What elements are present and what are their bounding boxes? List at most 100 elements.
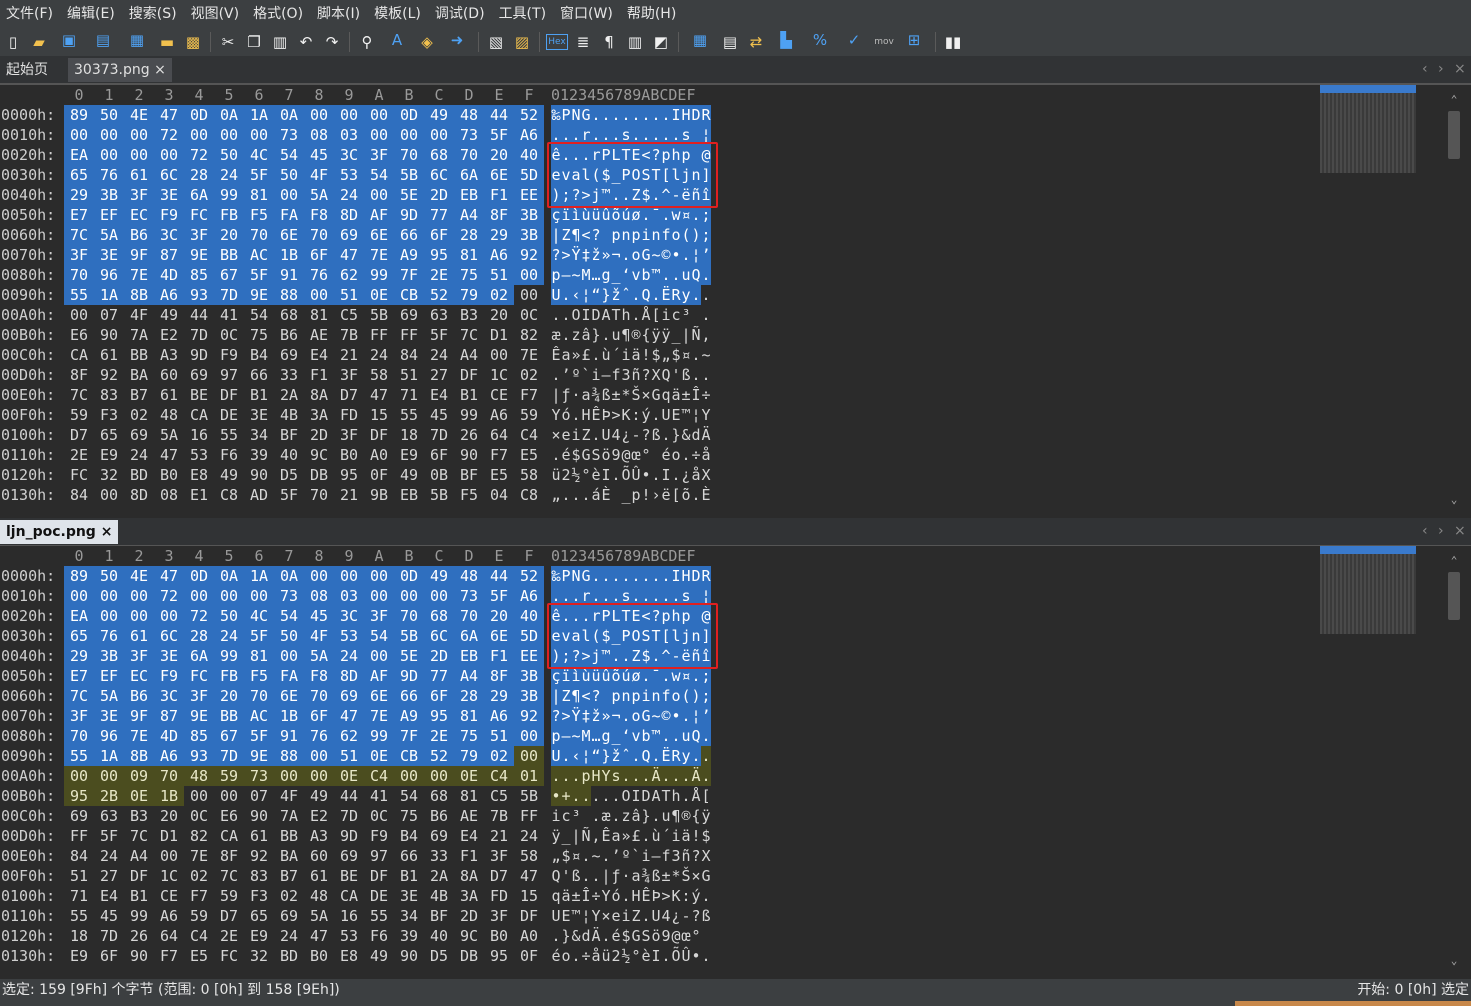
hex-byte[interactable]: 65 bbox=[244, 906, 274, 926]
ascii-char[interactable]: Ÿ bbox=[571, 706, 581, 726]
hex-byte[interactable]: 5D bbox=[514, 165, 544, 185]
ascii-char[interactable]: Û bbox=[681, 946, 691, 966]
hex-byte[interactable]: BB bbox=[214, 245, 244, 265]
hex-row[interactable]: 00A0h: 00 00 09 70 48 59 73 00 00 0E C4 00 00 0E C4 01..… bbox=[0, 766, 720, 786]
undo-icon[interactable]: ↶ bbox=[295, 31, 317, 53]
ascii-char[interactable]: ³ bbox=[571, 806, 581, 826]
hex-byte[interactable]: BD bbox=[274, 946, 304, 966]
ascii-char[interactable]: ¯ bbox=[651, 205, 661, 225]
hex-byte[interactable]: 70 bbox=[454, 606, 484, 626]
hex-byte[interactable]: 1A bbox=[244, 105, 274, 125]
hex-byte[interactable]: 6C bbox=[154, 165, 184, 185]
hex-byte[interactable]: 0E bbox=[454, 766, 484, 786]
ascii-char[interactable]: . bbox=[661, 666, 671, 686]
hex-byte[interactable]: 48 bbox=[304, 886, 334, 906]
hex-byte[interactable]: 8F bbox=[64, 365, 94, 385]
hex-byte[interactable]: 3E bbox=[154, 185, 184, 205]
ascii-char[interactable]: ¶ bbox=[571, 686, 581, 706]
ascii-char[interactable]: p bbox=[551, 265, 561, 285]
row-bytes[interactable]: E6 90 7A E2 7D 0C 75 B6 AE 7B FF FF 5F 7C D1 82 bbox=[64, 325, 544, 345]
hex-byte[interactable]: 6C bbox=[154, 626, 184, 646]
hex-byte[interactable]: 0A bbox=[214, 105, 244, 125]
row-ascii[interactable]: ‰PNG........IHDR bbox=[551, 566, 711, 586]
hex-byte[interactable]: 47 bbox=[364, 385, 394, 405]
ascii-char[interactable]: M bbox=[581, 265, 591, 285]
row-bytes[interactable]: 55 45 99 A6 59 D7 65 69 5A 16 55 34 BF 2D 3F DF bbox=[64, 906, 544, 926]
hex-byte[interactable]: 99 bbox=[364, 726, 394, 746]
hex-byte[interactable]: EE bbox=[514, 646, 544, 666]
hex-byte[interactable]: 3F bbox=[484, 906, 514, 926]
hex-byte[interactable]: 50 bbox=[94, 105, 124, 125]
save-all-icon[interactable]: ▦ bbox=[122, 31, 152, 53]
hex-byte[interactable]: 9F bbox=[124, 245, 154, 265]
hex-byte[interactable]: 02 bbox=[484, 746, 514, 766]
ascii-char[interactable]: . bbox=[661, 726, 671, 746]
ascii-char[interactable]: õ bbox=[611, 666, 621, 686]
hex-byte[interactable]: 61 bbox=[304, 866, 334, 886]
ascii-char[interactable] bbox=[651, 445, 661, 465]
hex-byte[interactable]: CA bbox=[184, 405, 214, 425]
ascii-char[interactable]: ï bbox=[561, 205, 571, 225]
hex-byte[interactable]: 6F bbox=[304, 245, 334, 265]
ascii-char[interactable]: . bbox=[561, 325, 571, 345]
hex-byte[interactable]: 47 bbox=[154, 566, 184, 586]
hex-byte[interactable]: CA bbox=[334, 886, 364, 906]
hex-byte[interactable]: 70 bbox=[244, 225, 274, 245]
hex-byte[interactable]: 76 bbox=[304, 726, 334, 746]
hex-byte[interactable]: AD bbox=[244, 485, 274, 505]
row-bytes[interactable]: 84 24 A4 00 7E 8F 92 BA 60 69 97 66 33 F1 3F 58 bbox=[64, 846, 544, 866]
ascii-char[interactable]: ; bbox=[701, 666, 711, 686]
hex-byte[interactable]: 28 bbox=[454, 225, 484, 245]
ascii-char[interactable]: . bbox=[561, 285, 571, 305]
ascii-char[interactable]: n bbox=[621, 686, 631, 706]
hex-byte[interactable]: 21 bbox=[334, 345, 364, 365]
compare-icon[interactable]: ▧ bbox=[485, 31, 507, 53]
hex-byte[interactable]: 18 bbox=[64, 926, 94, 946]
hex-byte[interactable]: 69 bbox=[184, 365, 214, 385]
ascii-char[interactable]: z bbox=[621, 806, 631, 826]
ascii-char[interactable]: [ bbox=[671, 485, 681, 505]
hex-byte[interactable]: A4 bbox=[124, 846, 154, 866]
hex-byte[interactable]: 4F bbox=[124, 305, 154, 325]
row-ascii[interactable]: çïìùüûõúø.¯.w¤.; bbox=[551, 205, 711, 225]
ascii-char[interactable]: á bbox=[591, 485, 601, 505]
ascii-char[interactable]: _ bbox=[611, 265, 621, 285]
hex-byte[interactable]: 20 bbox=[154, 806, 184, 826]
row-ascii[interactable]: |ƒ·a¾ß±*Š×Gqä±Î÷ bbox=[551, 385, 711, 405]
hex-byte[interactable]: 72 bbox=[154, 586, 184, 606]
hex-byte[interactable]: 20 bbox=[484, 305, 514, 325]
ascii-char[interactable]: . bbox=[701, 265, 711, 285]
hex-byte[interactable]: 70 bbox=[304, 485, 334, 505]
ascii-char[interactable]: • bbox=[671, 245, 681, 265]
ascii-char[interactable]: û bbox=[601, 205, 611, 225]
hex-byte[interactable]: 68 bbox=[424, 145, 454, 165]
ascii-char[interactable]: » bbox=[621, 826, 631, 846]
row-bytes[interactable]: 18 7D 26 64 C4 2E E9 24 47 53 F6 39 40 9C B0 A0 bbox=[64, 926, 544, 946]
row-ascii[interactable]: |Z¶<? pnpinfo(); bbox=[551, 225, 711, 245]
ascii-char[interactable]: ÷ bbox=[701, 385, 711, 405]
ascii-char[interactable]: ˆ bbox=[621, 746, 631, 766]
ascii-char[interactable]: ž bbox=[611, 746, 621, 766]
hex-byte[interactable]: 87 bbox=[154, 706, 184, 726]
ascii-char[interactable]: p bbox=[551, 726, 561, 746]
ascii-char[interactable]: Ê bbox=[591, 405, 601, 425]
ascii-char[interactable]: ù bbox=[581, 666, 591, 686]
hex-byte[interactable]: 91 bbox=[274, 726, 304, 746]
vertical-scrollbar[interactable] bbox=[1446, 568, 1462, 948]
ascii-char[interactable]: . bbox=[651, 806, 661, 826]
hex-byte[interactable]: 55 bbox=[64, 906, 94, 926]
ascii-char[interactable]: X bbox=[701, 465, 711, 485]
row-bytes[interactable]: 2E E9 24 47 53 F6 39 40 9C B0 A0 E9 6F 90 F7 E5 bbox=[64, 445, 544, 465]
hex-byte[interactable]: 69 bbox=[124, 425, 154, 445]
hex-row[interactable]: 0070h: 3F 3E 9F 87 9E BB AC 1B 6F 47 7E A9 95 81 A6 92 ?>… bbox=[0, 245, 720, 265]
row-bytes[interactable]: 00 00 00 72 00 00 00 73 08 03 00 00 00 73 5F A6 bbox=[64, 586, 544, 606]
ascii-char[interactable]: Š bbox=[681, 866, 691, 886]
hex-byte[interactable]: 54 bbox=[244, 305, 274, 325]
hex-byte[interactable]: D7 bbox=[214, 906, 244, 926]
ascii-char[interactable]: 9 bbox=[661, 926, 671, 946]
hex-byte[interactable]: 9E bbox=[244, 746, 274, 766]
hex-byte[interactable]: 70 bbox=[64, 726, 94, 746]
hex-byte[interactable]: 54 bbox=[274, 145, 304, 165]
hex-byte[interactable]: 0F bbox=[514, 946, 544, 966]
hex-byte[interactable]: 51 bbox=[334, 285, 364, 305]
